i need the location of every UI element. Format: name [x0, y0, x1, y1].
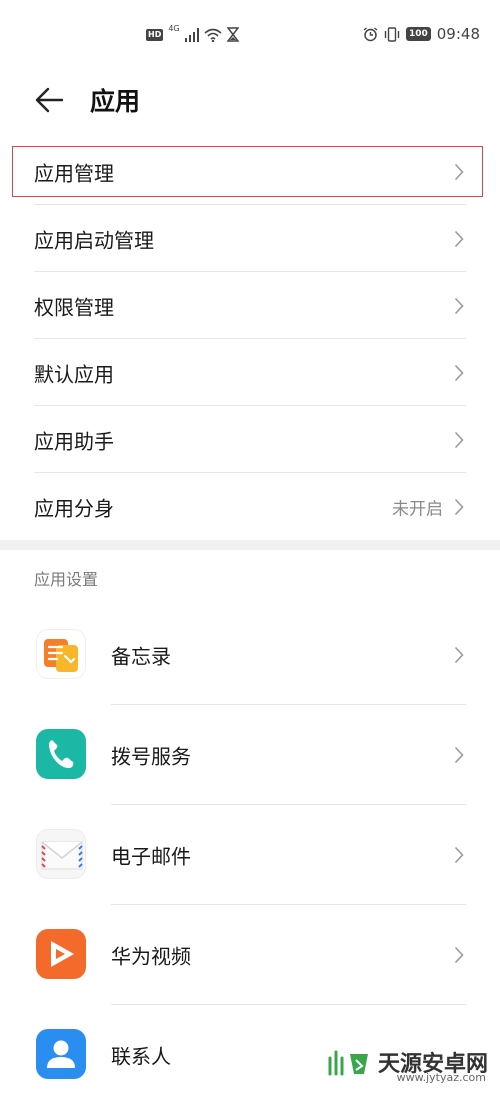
- video-app-icon: [36, 929, 86, 979]
- chevron-right-icon: [454, 230, 464, 247]
- vibrate-icon: [384, 26, 400, 42]
- app-item-huawei-video[interactable]: 华为视频: [0, 905, 500, 1005]
- chevron-right-icon: [454, 498, 464, 515]
- section-separator: [0, 540, 500, 550]
- back-arrow-icon[interactable]: [34, 86, 64, 114]
- hourglass-icon: [226, 27, 239, 42]
- watermark-logo-icon: [328, 1050, 368, 1076]
- notes-app-icon: [36, 629, 86, 679]
- menu-item-app-launch-management[interactable]: 应用启动管理: [0, 205, 500, 272]
- app-item-label: 备忘录: [111, 644, 171, 669]
- alarm-icon: [363, 26, 378, 41]
- app-item-dialer[interactable]: 拨号服务: [0, 705, 500, 805]
- chevron-right-icon: [454, 746, 464, 764]
- signal-icon: [184, 27, 199, 42]
- menu-item-app-management[interactable]: 应用管理: [0, 138, 500, 205]
- app-item-label: 电子邮件: [111, 844, 191, 869]
- app-item-notes[interactable]: 备忘录: [0, 605, 500, 705]
- app-settings-list: 备忘录 拨号服务 电子邮件 华为视频 联系人: [0, 605, 500, 1105]
- wifi-icon: [204, 28, 222, 42]
- phone-app-icon: [36, 729, 86, 779]
- chevron-right-icon: [454, 431, 464, 448]
- chevron-right-icon: [454, 163, 464, 180]
- app-bar: 应用: [0, 72, 500, 130]
- menu-item-label: 应用助手: [34, 429, 114, 453]
- app-item-label: 华为视频: [111, 944, 191, 969]
- chevron-right-icon: [454, 646, 464, 664]
- app-item-label: 拨号服务: [111, 744, 191, 769]
- hd-icon: HD: [146, 28, 164, 41]
- contacts-app-icon: [36, 1029, 86, 1079]
- menu-item-label: 默认应用: [34, 362, 114, 386]
- chevron-right-icon: [454, 846, 464, 864]
- watermark-url: www.jytyaz.com: [396, 1071, 486, 1084]
- app-item-email[interactable]: 电子邮件: [0, 805, 500, 905]
- status-icons-right: 100 09:48: [363, 25, 480, 43]
- menu-item-app-twin[interactable]: 应用分身 未开启: [0, 473, 500, 540]
- status-time: 09:48: [436, 25, 480, 43]
- page-title: 应用: [90, 87, 141, 116]
- menu-item-label: 应用管理: [34, 161, 114, 185]
- chevron-right-icon: [454, 946, 464, 964]
- settings-menu: 应用管理 应用启动管理 权限管理 默认应用 应用助手 应用分身 未开启: [0, 138, 500, 540]
- network-type-label: 4G: [168, 24, 180, 33]
- email-app-icon: [36, 829, 86, 879]
- menu-item-label: 权限管理: [34, 295, 114, 319]
- menu-item-permission-management[interactable]: 权限管理: [0, 272, 500, 339]
- app-twin-status: 未开启: [392, 499, 443, 519]
- menu-item-label: 应用启动管理: [34, 228, 154, 252]
- status-bar: HD 4G 100 09:48: [0, 0, 500, 72]
- chevron-right-icon: [454, 364, 464, 381]
- menu-item-app-assistant[interactable]: 应用助手: [0, 406, 500, 473]
- chevron-right-icon: [454, 297, 464, 314]
- app-item-label: 联系人: [111, 1044, 171, 1069]
- section-header: 应用设置: [34, 570, 99, 589]
- status-icons-left: HD 4G: [146, 24, 239, 42]
- menu-item-label: 应用分身: [34, 496, 114, 520]
- battery-icon: 100: [405, 27, 431, 41]
- menu-item-default-apps[interactable]: 默认应用: [0, 339, 500, 406]
